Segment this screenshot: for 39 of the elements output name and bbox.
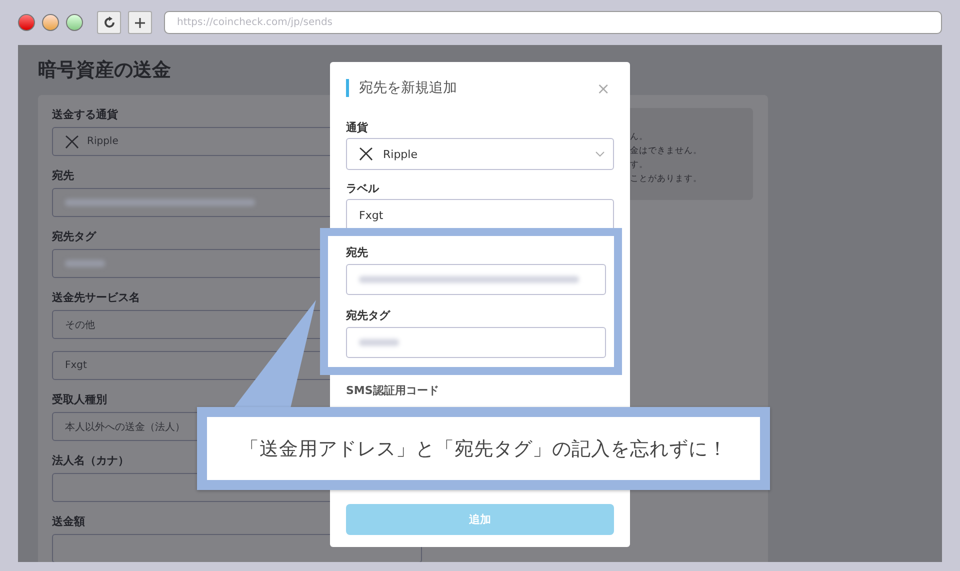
redacted-value [359, 339, 399, 346]
callout-text: 「送金用アドレス」と「宛先タグ」の記入を忘れずに！ [240, 436, 728, 462]
notice-text: ん。 [630, 131, 649, 144]
field-label: SMS認証用コード [346, 384, 439, 398]
new-tab-button[interactable] [128, 11, 152, 34]
field-label: 法人名（カナ） [52, 453, 129, 469]
chevron-down-icon [595, 151, 605, 157]
close-window-icon[interactable] [18, 14, 35, 31]
address-bar[interactable]: https://coincheck.com/jp/sends [164, 11, 942, 34]
reload-icon [102, 16, 116, 29]
cross-icon [65, 134, 79, 148]
input-field[interactable] [346, 327, 606, 358]
redacted-value [65, 260, 105, 267]
notice-text: ことがあります。 [630, 173, 703, 186]
field-label: 送金額 [52, 514, 85, 530]
currency-select[interactable]: Ripple [346, 138, 614, 170]
field-value: その他 [65, 318, 95, 332]
reload-button[interactable] [97, 11, 121, 34]
field-label: 送金する通貨 [52, 107, 118, 123]
field-label: 受取人種別 [52, 392, 107, 408]
notice-text: 金はできません。 [630, 145, 703, 158]
page-title: 暗号資産の送金 [38, 58, 171, 83]
field-label: ラベル [346, 181, 379, 197]
plus-icon [135, 18, 145, 28]
field-label: 宛先 [346, 245, 368, 261]
cross-icon [359, 147, 373, 161]
minimize-window-icon[interactable] [42, 14, 59, 31]
dialog-title: 宛先を新規追加 [346, 79, 457, 97]
input-field[interactable]: Fxgt [346, 199, 614, 231]
field-label: 宛先 [52, 168, 74, 184]
maximize-window-icon[interactable] [66, 14, 83, 31]
field-value: 本人以外への送金（法人） [65, 420, 185, 434]
notice-text: す。 [630, 159, 649, 172]
field-label: 宛先タグ [346, 308, 390, 324]
field-label: 宛先タグ [52, 229, 96, 245]
close-button[interactable]: × [592, 78, 614, 98]
input-field[interactable] [346, 264, 606, 295]
field-value: Fxgt [359, 208, 384, 222]
field-label: 送金先サービス名 [52, 290, 140, 306]
